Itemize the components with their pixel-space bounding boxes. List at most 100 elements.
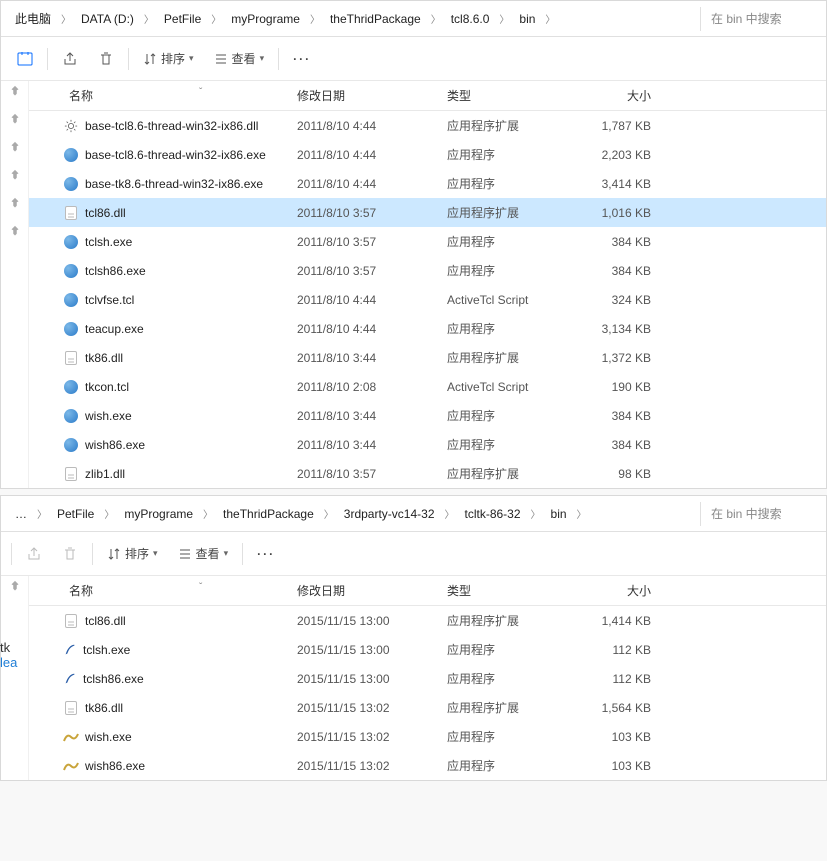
sort-button[interactable]: 排序 ▾: [97, 539, 168, 568]
column-type[interactable]: 类型: [439, 582, 559, 599]
file-type: 应用程序: [439, 757, 559, 774]
pin-icon[interactable]: [8, 197, 22, 211]
pin-icon[interactable]: [8, 169, 22, 183]
chevron-right-icon: 〉: [142, 11, 156, 26]
column-name[interactable]: 名称ˇ: [29, 87, 289, 104]
file-row[interactable]: tkcon.tcl2011/8/10 2:08ActiveTcl Script1…: [29, 372, 826, 401]
file-size: 1,787 KB: [559, 119, 659, 133]
file-list: 名称ˇ 修改日期 类型 大小 tcl86.dll2015/11/15 13:00…: [29, 576, 826, 780]
file-row[interactable]: tcl86.dll2015/11/15 13:00应用程序扩展1,414 KB: [29, 606, 826, 635]
search-placeholder: 在 bin 中搜索: [711, 505, 782, 522]
file-size: 1,564 KB: [559, 701, 659, 715]
file-name: teacup.exe: [85, 322, 144, 336]
file-name: tclsh.exe: [85, 235, 132, 249]
file-date: 2011/8/10 4:44: [289, 293, 439, 307]
search-placeholder: 在 bin 中搜索: [711, 10, 782, 27]
view-icon: [214, 52, 228, 66]
breadcrumb-item[interactable]: bin: [511, 12, 543, 26]
breadcrumb-item[interactable]: DATA (D:): [73, 12, 142, 26]
file-size: 98 KB: [559, 467, 659, 481]
sort-label: 排序: [125, 545, 149, 562]
file-row[interactable]: tclsh.exe2015/11/15 13:00应用程序112 KB: [29, 635, 826, 664]
column-size[interactable]: 大小: [559, 87, 659, 104]
breadcrumb-item[interactable]: theThridPackage: [215, 507, 322, 521]
file-row[interactable]: teacup.exe2011/8/10 4:44应用程序3,134 KB: [29, 314, 826, 343]
breadcrumb-item[interactable]: theThridPackage: [322, 12, 429, 26]
breadcrumb-item[interactable]: PetFile: [49, 507, 102, 521]
file-row[interactable]: tk86.dll2011/8/10 3:44应用程序扩展1,372 KB: [29, 343, 826, 372]
file-row[interactable]: base-tk8.6-thread-win32-ix86.exe2011/8/1…: [29, 169, 826, 198]
sort-button[interactable]: 排序 ▾: [133, 44, 204, 73]
file-date: 2011/8/10 3:44: [289, 438, 439, 452]
column-date[interactable]: 修改日期: [289, 87, 439, 104]
app-icon: [63, 147, 79, 163]
share-button[interactable]: [16, 540, 52, 568]
file-type: ActiveTcl Script: [439, 380, 559, 394]
more-button[interactable]: ···: [283, 46, 321, 72]
delete-button[interactable]: [52, 540, 88, 568]
chevron-right-icon: 〉: [201, 506, 215, 521]
view-button[interactable]: 查看 ▾: [204, 44, 275, 73]
file-name: tclsh86.exe: [85, 264, 146, 278]
file-list: 名称ˇ 修改日期 类型 大小 base-tcl8.6-thread-win32-…: [29, 81, 826, 488]
chevron-right-icon: 〉: [543, 11, 557, 26]
file-row[interactable]: wish.exe2015/11/15 13:02应用程序103 KB: [29, 722, 826, 751]
breadcrumb-item[interactable]: tcltk-86-32: [457, 507, 529, 521]
file-row[interactable]: tclsh86.exe2011/8/10 3:57应用程序384 KB: [29, 256, 826, 285]
file-row[interactable]: tcl86.dll2011/8/10 3:57应用程序扩展1,016 KB: [29, 198, 826, 227]
file-row[interactable]: wish.exe2011/8/10 3:44应用程序384 KB: [29, 401, 826, 430]
pin-icon[interactable]: [8, 225, 22, 239]
breadcrumb-item[interactable]: tcl8.6.0: [443, 12, 498, 26]
file-row[interactable]: tclsh86.exe2015/11/15 13:00应用程序112 KB: [29, 664, 826, 693]
column-type[interactable]: 类型: [439, 87, 559, 104]
column-date[interactable]: 修改日期: [289, 582, 439, 599]
file-type: 应用程序: [439, 728, 559, 745]
column-size[interactable]: 大小: [559, 582, 659, 599]
dll-icon: [63, 350, 79, 366]
file-row[interactable]: wish86.exe2011/8/10 3:44应用程序384 KB: [29, 430, 826, 459]
column-splitter[interactable]: ˇ: [199, 582, 202, 593]
file-row[interactable]: tk86.dll2015/11/15 13:02应用程序扩展1,564 KB: [29, 693, 826, 722]
file-name: base-tcl8.6-thread-win32-ix86.dll: [85, 119, 258, 133]
chevron-right-icon: 〉: [529, 506, 543, 521]
column-name[interactable]: 名称ˇ: [29, 582, 289, 599]
divider: [92, 543, 93, 565]
file-row[interactable]: base-tcl8.6-thread-win32-ix86.exe2011/8/…: [29, 140, 826, 169]
file-type: 应用程序: [439, 670, 559, 687]
file-row[interactable]: tclsh.exe2011/8/10 3:57应用程序384 KB: [29, 227, 826, 256]
breadcrumb-item[interactable]: 此电脑: [7, 10, 59, 27]
pin-icon[interactable]: [8, 580, 22, 594]
breadcrumb-item[interactable]: myPrograme: [116, 507, 201, 521]
delete-button[interactable]: [88, 45, 124, 73]
gear-icon: [63, 118, 79, 134]
file-date: 2011/8/10 2:08: [289, 380, 439, 394]
search-box[interactable]: 在 bin 中搜索: [700, 7, 820, 31]
file-type: 应用程序: [439, 262, 559, 279]
pin-icon[interactable]: [8, 85, 22, 99]
new-button[interactable]: [7, 45, 43, 73]
file-name: wish.exe: [85, 409, 132, 423]
breadcrumb-item[interactable]: 3rdparty-vc14-32: [336, 507, 443, 521]
column-splitter[interactable]: ˇ: [199, 87, 202, 98]
pin-icon[interactable]: [8, 113, 22, 127]
breadcrumb-item[interactable]: bin: [543, 507, 575, 521]
file-name: tclsh86.exe: [83, 672, 144, 686]
file-date: 2015/11/15 13:02: [289, 701, 439, 715]
breadcrumb-item[interactable]: myPrograme: [223, 12, 308, 26]
file-row[interactable]: zlib1.dll2011/8/10 3:57应用程序扩展98 KB: [29, 459, 826, 488]
file-row[interactable]: wish86.exe2015/11/15 13:02应用程序103 KB: [29, 751, 826, 780]
file-row[interactable]: base-tcl8.6-thread-win32-ix86.dll2011/8/…: [29, 111, 826, 140]
pin-icon[interactable]: [8, 141, 22, 155]
share-button[interactable]: [52, 45, 88, 73]
breadcrumb-overflow[interactable]: …: [7, 507, 35, 521]
breadcrumb-item[interactable]: PetFile: [156, 12, 209, 26]
view-button[interactable]: 查看 ▾: [168, 539, 239, 568]
more-button[interactable]: ···: [247, 541, 285, 567]
file-type: 应用程序: [439, 233, 559, 250]
trash-icon: [98, 51, 114, 67]
file-date: 2011/8/10 3:44: [289, 409, 439, 423]
file-name: wish86.exe: [85, 438, 145, 452]
file-row[interactable]: tclvfse.tcl2011/8/10 4:44ActiveTcl Scrip…: [29, 285, 826, 314]
file-type: 应用程序扩展: [439, 699, 559, 716]
search-box[interactable]: 在 bin 中搜索: [700, 502, 820, 526]
